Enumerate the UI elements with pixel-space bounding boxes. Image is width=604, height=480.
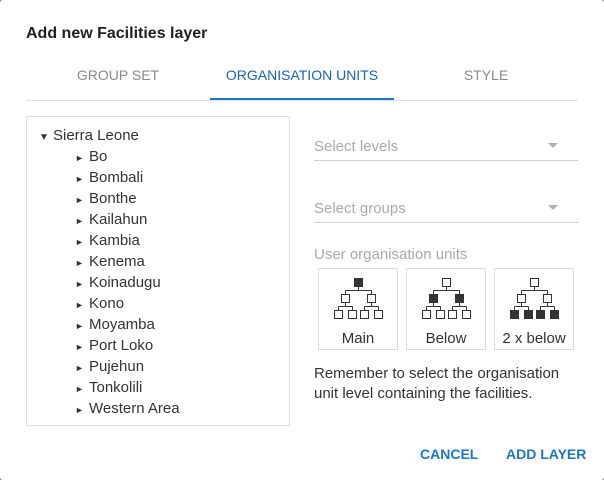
tree-item[interactable]: ► Kenema bbox=[75, 253, 180, 274]
dialog-title: Add new Facilities layer bbox=[26, 25, 208, 42]
dropdown-caret-icon bbox=[548, 143, 558, 148]
tree-item[interactable]: ► Western Area bbox=[75, 400, 180, 421]
tree-item[interactable]: ► Kono bbox=[75, 295, 180, 316]
tree-item-label[interactable]: Port Loko bbox=[89, 337, 153, 354]
collapsed-arrow-icon[interactable]: ► bbox=[75, 338, 89, 356]
tree-item[interactable]: ► Kailahun bbox=[75, 211, 180, 232]
tree-item-label[interactable]: Kambia bbox=[89, 232, 140, 249]
tree-item[interactable]: ► Pujehun bbox=[75, 358, 180, 379]
user-ou-main-button[interactable]: Main bbox=[318, 268, 398, 350]
tree-item-label[interactable]: Kono bbox=[89, 295, 124, 312]
user-ou-below-label: Below bbox=[425, 330, 467, 347]
tab-group-set[interactable]: GROUP SET bbox=[26, 56, 210, 100]
org-unit-tree: ▼ Sierra Leone ► Bo ► Bombali ► Bonthe ► Kailahu… bbox=[26, 116, 290, 426]
collapsed-arrow-icon[interactable]: ► bbox=[75, 401, 89, 419]
user-ou-below-button[interactable]: Below bbox=[406, 268, 486, 350]
collapsed-arrow-icon[interactable]: ► bbox=[75, 275, 89, 293]
tree-item-label[interactable]: Pujehun bbox=[89, 358, 144, 375]
collapsed-arrow-icon[interactable]: ► bbox=[75, 296, 89, 314]
tab-organisation-units[interactable]: ORGANISATION UNITS bbox=[210, 56, 394, 100]
select-levels[interactable]: Select levels bbox=[314, 132, 578, 161]
add-facilities-layer-dialog: Add new Facilities layer GROUP SET ORGAN… bbox=[0, 0, 604, 480]
tree-item[interactable]: ► Koinadugu bbox=[75, 274, 180, 295]
tree-item[interactable]: ► Bo bbox=[75, 148, 180, 169]
org-tree-below-icon bbox=[422, 278, 471, 319]
tree-item[interactable]: ► Tonkolili bbox=[75, 379, 180, 400]
user-org-units-label: User organisation units bbox=[314, 246, 468, 263]
tab-bar: GROUP SET ORGANISATION UNITS STYLE bbox=[26, 56, 578, 101]
collapsed-arrow-icon[interactable]: ► bbox=[75, 380, 89, 398]
tree-item[interactable]: ► Bombali bbox=[75, 169, 180, 190]
collapsed-arrow-icon[interactable]: ► bbox=[75, 317, 89, 335]
tree-item[interactable]: ► Bonthe bbox=[75, 190, 180, 211]
tree-item-label[interactable]: Bonthe bbox=[89, 190, 137, 207]
tree-root-label[interactable]: Sierra Leone bbox=[53, 127, 139, 144]
tree-root-item[interactable]: ▼ Sierra Leone bbox=[39, 127, 139, 144]
tree-item[interactable]: ► Port Loko bbox=[75, 337, 180, 358]
tree-item-label[interactable]: Bo bbox=[89, 148, 107, 165]
user-ou-two-below-button[interactable]: 2 x below bbox=[494, 268, 574, 350]
tree-children: ► Bo ► Bombali ► Bonthe ► Kailahun ► Kambia ► Kenem… bbox=[75, 148, 180, 421]
tree-item[interactable]: ► Kambia bbox=[75, 232, 180, 253]
tree-item-label[interactable]: Kenema bbox=[89, 253, 145, 270]
org-tree-two-below-icon bbox=[510, 278, 559, 319]
tree-item-label[interactable]: Tonkolili bbox=[89, 379, 142, 396]
select-levels-placeholder: Select levels bbox=[314, 138, 399, 155]
tree-item-label[interactable]: Bombali bbox=[89, 169, 143, 186]
tree-item-label[interactable]: Kailahun bbox=[89, 211, 147, 228]
facility-level-note: Remember to select the organisation unit… bbox=[314, 365, 560, 402]
collapsed-arrow-icon[interactable]: ► bbox=[75, 191, 89, 209]
select-groups[interactable]: Select groups bbox=[314, 194, 578, 223]
user-ou-main-label: Main bbox=[341, 330, 375, 347]
add-layer-button[interactable]: ADD LAYER bbox=[506, 446, 586, 462]
collapsed-arrow-icon[interactable]: ► bbox=[75, 233, 89, 251]
tree-item[interactable]: ► Moyamba bbox=[75, 316, 180, 337]
tree-item-label[interactable]: Koinadugu bbox=[89, 274, 161, 291]
user-ou-two-below-label: 2 x below bbox=[502, 330, 566, 347]
collapsed-arrow-icon[interactable]: ► bbox=[75, 254, 89, 272]
select-groups-placeholder: Select groups bbox=[314, 200, 406, 217]
collapsed-arrow-icon[interactable]: ► bbox=[75, 170, 89, 188]
tree-item-label[interactable]: Western Area bbox=[89, 400, 180, 417]
collapsed-arrow-icon[interactable]: ► bbox=[75, 149, 89, 167]
tab-style[interactable]: STYLE bbox=[394, 56, 578, 100]
dropdown-caret-icon bbox=[548, 205, 558, 210]
active-tab-indicator bbox=[210, 98, 394, 100]
cancel-button[interactable]: CANCEL bbox=[420, 446, 478, 462]
collapsed-arrow-icon[interactable]: ► bbox=[75, 212, 89, 230]
org-tree-main-icon bbox=[334, 278, 383, 319]
expanded-arrow-icon[interactable]: ▼ bbox=[39, 132, 53, 143]
tree-item-label[interactable]: Moyamba bbox=[89, 316, 155, 333]
collapsed-arrow-icon[interactable]: ► bbox=[75, 359, 89, 377]
